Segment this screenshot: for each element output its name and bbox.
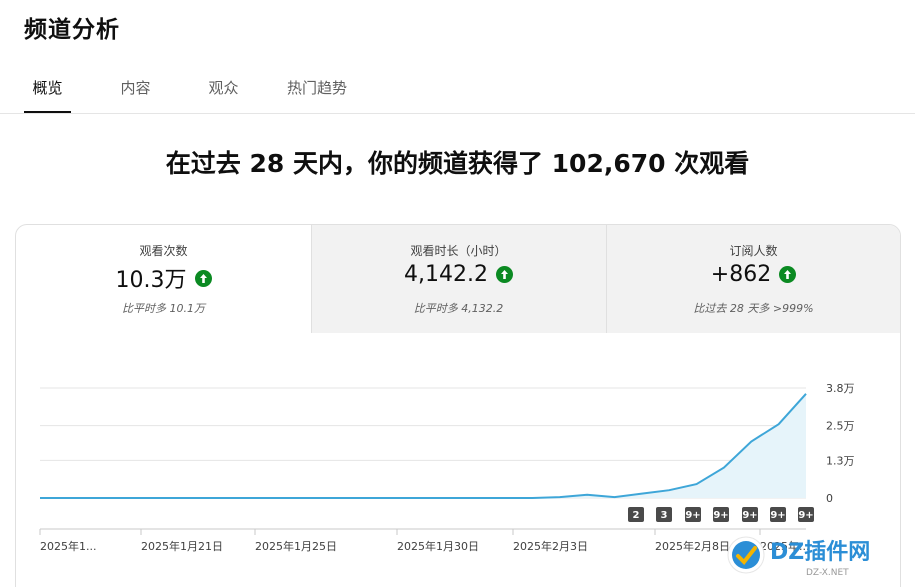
x-tick-label: 2025年1月21日 xyxy=(141,539,223,553)
event-badge-label: 9+ xyxy=(713,510,728,521)
y-tick-label: 1.3万 xyxy=(826,454,855,467)
event-badge-label: 9+ xyxy=(770,510,785,521)
watermark-subtext: DZ-X.NET xyxy=(806,568,849,578)
x-tick-label: 2025年1月30日 xyxy=(397,539,479,553)
y-tick-label: 0 xyxy=(826,492,833,505)
series-line xyxy=(40,393,807,499)
x-tick-label: 2025年2月8日 xyxy=(655,539,730,553)
x-tick-label: 2025年2月3日 xyxy=(513,539,588,553)
views-chart: 3.8万 2.5万 1.3万 0 2 3 9+ 9+ 9+ 9+ 9+ 2025年1... 2025年1… xyxy=(39,382,855,553)
y-tick-label: 2.5万 xyxy=(826,420,855,433)
event-badge-label: 2 xyxy=(633,510,640,521)
x-tick-label: 2025年1月25日 xyxy=(255,539,337,553)
x-tick-label: 2025年1... xyxy=(40,539,96,553)
event-badge-label: 9+ xyxy=(742,510,757,521)
watermark-text: DZ插件网 xyxy=(770,540,870,565)
event-badge-label: 3 xyxy=(661,510,668,521)
series-area xyxy=(40,393,806,498)
watermark-logo: DZ插件网 DZ-X.NET xyxy=(727,536,870,578)
event-badge-label: 9+ xyxy=(685,510,700,521)
event-badge-label: 9+ xyxy=(798,510,813,521)
y-tick-label: 3.8万 xyxy=(826,382,855,395)
